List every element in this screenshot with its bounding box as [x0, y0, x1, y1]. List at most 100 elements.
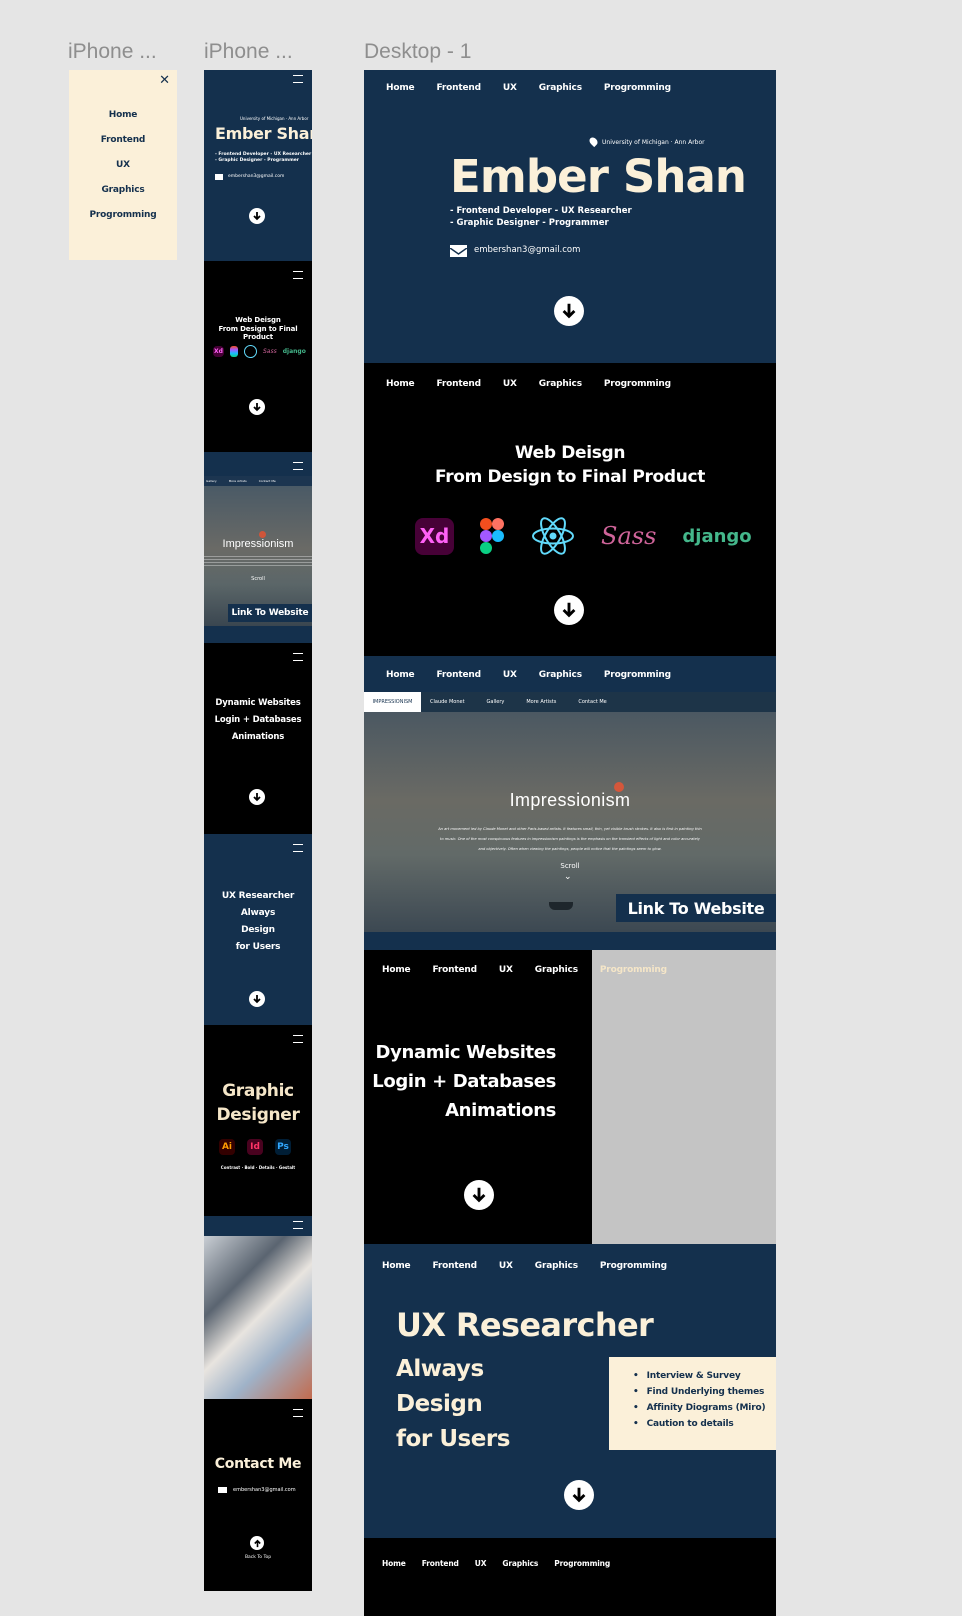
- scroll-down-button[interactable]: [464, 1180, 494, 1210]
- hamburger-icon[interactable]: [293, 75, 303, 83]
- menu-item-programming[interactable]: Progromming: [69, 210, 177, 220]
- tab-gallery[interactable]: Gallery: [487, 699, 505, 705]
- scroll-down-button[interactable]: [554, 595, 584, 625]
- hamburger-icon[interactable]: [293, 653, 303, 661]
- scroll-label: Scroll: [560, 862, 580, 870]
- nav-ux[interactable]: UX: [475, 1559, 487, 1568]
- nav-frontend[interactable]: Frontend: [432, 965, 477, 975]
- nav-home[interactable]: Home: [382, 1559, 406, 1568]
- nav-frontend[interactable]: Frontend: [436, 670, 481, 680]
- nav-home[interactable]: Home: [386, 670, 415, 680]
- desktop-nav: Home Frontend UX Graphics Progromming: [382, 1261, 667, 1271]
- hero-name: Ember Shan: [450, 150, 747, 203]
- nav-graphics[interactable]: Graphics: [539, 670, 582, 680]
- adobe-logos: Ai Id Ps: [219, 1139, 291, 1155]
- indesign-icon: Id: [247, 1139, 263, 1155]
- nav-graphics[interactable]: Graphics: [539, 379, 582, 389]
- hero-role-1: - Frontend Developer - UX Researcher: [450, 206, 632, 216]
- mobile-link-button[interactable]: Link To Website: [228, 604, 312, 622]
- desktop-frame: Home Frontend UX Graphics Progromming Un…: [364, 70, 776, 1616]
- nav-ux[interactable]: UX: [499, 965, 513, 975]
- mobile-email: embershan3@gmail.com: [228, 174, 285, 179]
- graphic-tags: Contrast · Bold · Details · Gestalt: [220, 1165, 296, 1170]
- desktop-nav: Home Frontend UX Graphics Progromming: [382, 1559, 610, 1568]
- menu-item-graphics[interactable]: Graphics: [69, 185, 177, 195]
- nav-ux[interactable]: UX: [499, 1261, 513, 1271]
- nav-home[interactable]: Home: [382, 965, 411, 975]
- nav-frontend[interactable]: Frontend: [436, 83, 481, 93]
- mail-icon: [215, 174, 223, 180]
- tab-claude-monet[interactable]: Claude Monet: [430, 699, 465, 705]
- scroll-down-button[interactable]: [249, 208, 265, 224]
- nav-home[interactable]: Home: [382, 1261, 411, 1271]
- desktop-footer-section: Home Frontend UX Graphics Progromming: [364, 1538, 776, 1616]
- sass-icon: Sass: [601, 522, 657, 550]
- nav-programming[interactable]: Progromming: [554, 1559, 610, 1568]
- desktop-nav: Home Frontend UX Graphics Progromming: [386, 83, 671, 93]
- nav-graphics[interactable]: Graphics: [539, 83, 582, 93]
- desktop-hero: Home Frontend UX Graphics Progromming Un…: [364, 70, 776, 363]
- scroll-down-button[interactable]: [249, 991, 265, 1007]
- hamburger-icon[interactable]: [293, 462, 303, 470]
- ux-bullet-3: Affinity Diograms (Miro): [633, 1403, 776, 1413]
- scroll-down-button[interactable]: [249, 789, 265, 805]
- scroll-down-button[interactable]: [554, 296, 584, 326]
- tab-more-artists[interactable]: More Artists: [526, 699, 556, 705]
- tab-gallery[interactable]: Gallery: [206, 479, 217, 483]
- magazine-image: [204, 1236, 312, 1399]
- hamburger-icon[interactable]: [293, 1221, 303, 1229]
- nav-programming[interactable]: Progromming: [604, 379, 671, 389]
- close-icon[interactable]: ✕: [159, 73, 170, 88]
- menu-item-home[interactable]: Home: [69, 110, 177, 120]
- dynamic-text: Dynamic Websites Login + Databases Anima…: [364, 1038, 556, 1125]
- nav-programming[interactable]: Progromming: [600, 965, 667, 975]
- link-to-website-button[interactable]: Link To Website: [616, 894, 776, 922]
- tab-contact[interactable]: Contact Me: [259, 479, 276, 483]
- desktop-ux-section: Home Frontend UX Graphics Progromming UX…: [364, 1244, 776, 1538]
- impression-desc-1: An art movement led by Claude Monet and …: [438, 827, 702, 831]
- scroll-down-button[interactable]: [564, 1480, 594, 1510]
- hamburger-icon[interactable]: [293, 1035, 303, 1043]
- nav-programming[interactable]: Progromming: [604, 83, 671, 93]
- ux-lines: Always Design for Users: [396, 1352, 510, 1457]
- figma-icon: [480, 517, 504, 554]
- dynamic-line-3: Animations: [231, 732, 285, 742]
- back-to-top-label: Back To Top: [244, 1555, 272, 1560]
- tab-contact[interactable]: Contact Me: [578, 699, 606, 705]
- back-to-top-button[interactable]: [250, 1536, 264, 1550]
- scroll-down-button[interactable]: [249, 399, 265, 415]
- mobile-menu-frame: ✕ Home Frontend UX Graphics Progromming: [69, 70, 177, 260]
- hamburger-icon[interactable]: [293, 1409, 303, 1417]
- tab-more-artists[interactable]: More Artists: [229, 479, 247, 483]
- ux-title: UX Researcher: [396, 1306, 654, 1344]
- mobile-location: University of Michigan · Ann Arbor: [240, 116, 309, 121]
- chevron-down-icon[interactable]: ⌄: [564, 872, 572, 882]
- nav-programming[interactable]: Progromming: [600, 1261, 667, 1271]
- tab-impressionism[interactable]: IMPRESSIONISM: [364, 692, 421, 712]
- mobile-impression-text: [204, 556, 312, 568]
- menu-item-ux[interactable]: UX: [69, 160, 177, 170]
- nav-frontend[interactable]: Frontend: [422, 1559, 459, 1568]
- hero-email: embershan3@gmail.com: [474, 245, 581, 255]
- nav-frontend[interactable]: Frontend: [432, 1261, 477, 1271]
- nav-graphics[interactable]: Graphics: [502, 1559, 538, 1568]
- menu-item-frontend[interactable]: Frontend: [69, 135, 177, 145]
- impression-description: An art movement led by Claude Monet and …: [364, 824, 776, 854]
- mobile-web-section: Web Deisgn From Design to Final Product …: [204, 261, 312, 452]
- nav-home[interactable]: Home: [386, 379, 415, 389]
- nav-programming[interactable]: Progromming: [604, 670, 671, 680]
- xd-icon: Xd: [415, 517, 454, 555]
- nav-ux[interactable]: UX: [503, 670, 517, 680]
- hamburger-icon[interactable]: [293, 844, 303, 852]
- nav-frontend[interactable]: Frontend: [436, 379, 481, 389]
- illustrator-icon: Ai: [219, 1139, 235, 1155]
- hamburger-icon[interactable]: [293, 271, 303, 279]
- nav-ux[interactable]: UX: [503, 379, 517, 389]
- nav-graphics[interactable]: Graphics: [535, 1261, 578, 1271]
- nav-graphics[interactable]: Graphics: [535, 965, 578, 975]
- desktop-nav: Home Frontend UX Graphics Progromming: [386, 670, 671, 680]
- react-icon: [244, 345, 257, 358]
- nav-home[interactable]: Home: [386, 83, 415, 93]
- nav-ux[interactable]: UX: [503, 83, 517, 93]
- graphic-line-2: Designer: [216, 1105, 300, 1125]
